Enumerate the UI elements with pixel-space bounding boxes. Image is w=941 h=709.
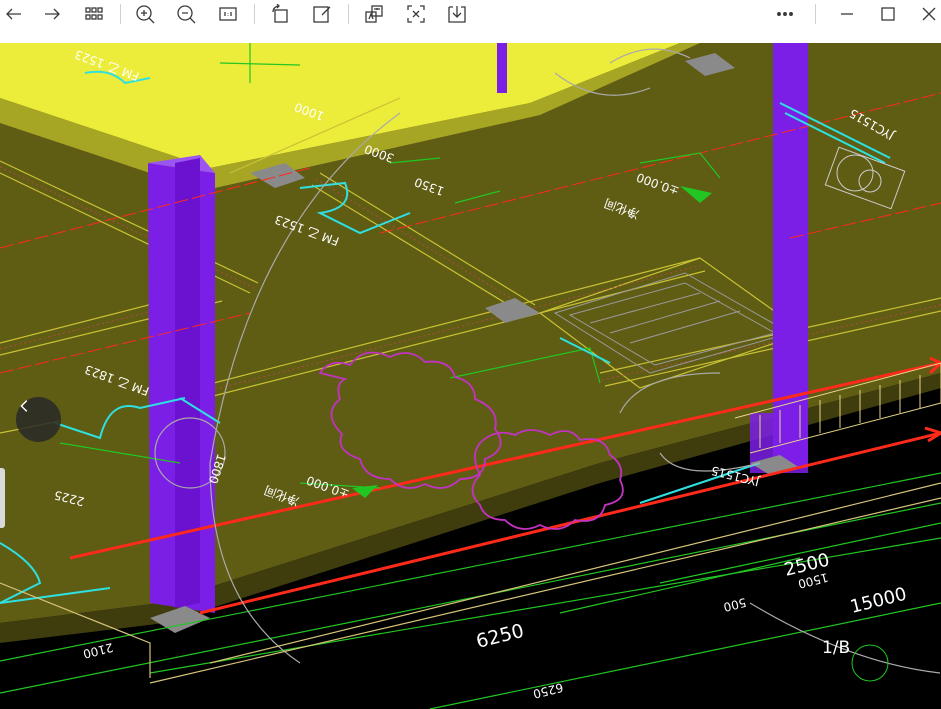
- translate-icon[interactable]: [360, 0, 388, 28]
- rotate-icon[interactable]: [266, 0, 294, 28]
- dim-6250: 6250: [474, 620, 526, 653]
- dim-6250-small: 6250: [532, 680, 565, 701]
- cad-drawing: 6250 6250 2500 1500 15000 500 2100 2225 …: [0, 43, 941, 709]
- minimize-icon[interactable]: [833, 0, 861, 28]
- dim-500: 500: [722, 595, 748, 614]
- forward-icon[interactable]: [38, 0, 66, 28]
- axis-1b: 1/B: [822, 638, 850, 658]
- chevron-left-icon: [20, 400, 28, 412]
- ocr-icon[interactable]: [402, 0, 430, 28]
- dim-15000: 15000: [848, 584, 909, 618]
- actual-size-icon[interactable]: [214, 0, 242, 28]
- zoom-in-icon[interactable]: [131, 0, 159, 28]
- more-icon[interactable]: [771, 0, 799, 28]
- save-icon[interactable]: [443, 0, 471, 28]
- maximize-icon[interactable]: [874, 0, 902, 28]
- zoom-out-icon[interactable]: [172, 0, 200, 28]
- previous-image-button[interactable]: [16, 397, 61, 442]
- image-canvas[interactable]: 6250 6250 2500 1500 15000 500 2100 2225 …: [0, 43, 941, 709]
- edit-icon[interactable]: [308, 0, 336, 28]
- grid-view-icon[interactable]: [80, 0, 108, 28]
- close-icon[interactable]: [915, 0, 941, 28]
- viewer-toolbar: [0, 0, 941, 43]
- column-right: [773, 43, 808, 468]
- back-icon[interactable]: [0, 0, 28, 28]
- side-panel-tab[interactable]: [0, 468, 5, 528]
